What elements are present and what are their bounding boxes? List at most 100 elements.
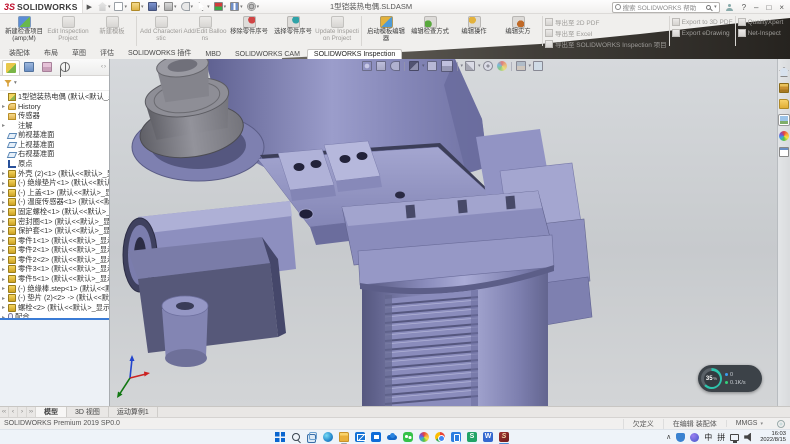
tray-app-icon[interactable] — [690, 433, 699, 442]
hide-show-icon[interactable] — [483, 61, 493, 71]
tree-item[interactable]: ▸(-) 垫片 (2)<2> -> (默认<<默认> — [0, 293, 109, 303]
display-tray-icon[interactable] — [730, 434, 739, 441]
qa-options-button[interactable]: ▾ — [246, 1, 261, 12]
tab-scroll-last[interactable]: ›› — [27, 407, 36, 417]
export-item[interactable]: Export to 3D PDF — [672, 17, 733, 27]
previous-view-icon[interactable] — [390, 61, 400, 71]
solidworks-logo[interactable]: 3S SOLIDWORKS — [0, 0, 83, 13]
panel-tab-configurations[interactable] — [38, 60, 56, 75]
tree-item[interactable]: 原点 — [0, 159, 109, 169]
tab-草图[interactable]: 草图 — [65, 46, 93, 59]
minimize-button[interactable]: – — [754, 3, 758, 12]
design-library-icon[interactable] — [779, 83, 789, 93]
ime-language[interactable]: 中 — [704, 432, 712, 443]
qa-undo-button[interactable]: ▾ — [180, 1, 195, 12]
tab-评估[interactable]: 评估 — [93, 46, 121, 59]
custom-properties-icon[interactable] — [779, 147, 789, 157]
login-icon[interactable] — [726, 4, 733, 11]
graphics-area[interactable]: ▾▾▾▾ 35 % 0 0.1K — [110, 59, 790, 406]
clock[interactable]: 16:03 2022/8/15 — [760, 431, 786, 444]
qa-rebuild-button[interactable]: ▾ — [213, 1, 228, 12]
tab-装配体[interactable]: 装配体 — [2, 46, 37, 59]
ribbon-button-add-characteristic[interactable]: Add Characteristic — [139, 15, 183, 47]
ribbon-button-select-balloon[interactable]: 选择零件序号 — [271, 15, 315, 47]
ribbon-button-edit-inspection[interactable]: Edit Inspection Project — [46, 15, 90, 47]
qa-select-button[interactable]: ▾ — [196, 1, 211, 12]
taskbar-start[interactable] — [272, 430, 288, 444]
status-tag-icon[interactable] — [777, 420, 785, 428]
ribbon-button-update-inspection[interactable]: Update Inspection Project — [315, 15, 359, 47]
panel-tab-display-manager[interactable] — [74, 60, 92, 75]
taskbar-file-explorer[interactable] — [336, 430, 352, 444]
search-input[interactable]: 搜索 SOLIDWORKS 帮助 ▾ — [612, 2, 720, 13]
file-explorer-icon[interactable] — [779, 99, 789, 109]
tree-item[interactable]: ▸外壳 (2)<1> (默认<<默认>_显示状态 — [0, 169, 109, 179]
tab-solidworks-cam[interactable]: SOLIDWORKS CAM — [228, 49, 307, 59]
panel-tab-arrows[interactable]: ‹› — [101, 64, 109, 70]
section-view-icon[interactable] — [409, 61, 419, 71]
dynamic-annotation-icon[interactable] — [427, 61, 437, 71]
cad-model[interactable] — [110, 59, 777, 406]
panel-tab-features[interactable] — [2, 60, 20, 75]
tree-root[interactable]: 1型铠装热电偶 (默认<默认_显示状态-1 — [0, 92, 109, 102]
tab-solidworks-插件[interactable]: SOLIDWORKS 插件 — [121, 46, 198, 59]
view-orientation-icon[interactable] — [441, 60, 453, 72]
qa-open-button[interactable]: ▾ — [130, 1, 145, 12]
security-shield-icon[interactable] — [676, 433, 685, 442]
export-item[interactable]: 导出至 Excel — [545, 28, 667, 38]
restore-button[interactable]: □ — [766, 3, 771, 12]
ribbon-button-add-balloons[interactable]: Add/Edit Balloons — [183, 15, 227, 47]
tree-item[interactable]: 右视基准面 — [0, 150, 109, 160]
view-palette-icon[interactable] — [779, 115, 789, 125]
taskbar-app-blue[interactable] — [448, 430, 464, 444]
tree-item[interactable]: ▸History — [0, 102, 109, 112]
filter-dropdown-icon[interactable]: ▾ — [14, 80, 17, 86]
tab-mbd[interactable]: MBD — [198, 49, 228, 59]
export-item[interactable]: Export eDrawing — [672, 28, 733, 38]
taskbar-store[interactable] — [368, 430, 384, 444]
tree-item[interactable]: ▸密封圈<1> (默认<<默认>_显示状态 — [0, 217, 109, 227]
qa-print-button[interactable]: ▾ — [163, 1, 178, 12]
units-selector[interactable]: MMGS ▾ — [726, 420, 772, 427]
qa-save-button[interactable]: ▾ — [147, 1, 162, 12]
zoom-area-icon[interactable] — [376, 61, 386, 71]
taskbar-onedrive[interactable] — [384, 430, 400, 444]
recorder-widget[interactable]: 35 % 0 0.1K/s — [698, 365, 762, 392]
export-item[interactable]: 导出至 2D PDF — [545, 17, 667, 27]
ribbon-button-template-editor[interactable]: 启动模板编辑器 — [364, 15, 408, 47]
taskbar-app-green[interactable] — [464, 430, 480, 444]
zoom-fit-icon[interactable] — [362, 61, 372, 71]
panel-tab-properties[interactable] — [20, 60, 38, 75]
qa-new-button[interactable]: ▾ — [113, 1, 128, 12]
close-button[interactable]: × — [779, 3, 784, 12]
tree-item[interactable]: ▸零件2<1> (默认<<默认>_显示状态 — [0, 246, 109, 256]
tab-solidworks-inspection[interactable]: SOLIDWORKS Inspection — [307, 49, 402, 59]
menu-flyout-arrow-icon[interactable]: ▶ — [87, 3, 92, 11]
tree-item[interactable]: ▸螺栓<2> (默认<<默认>_显示状态 — [0, 303, 109, 313]
edit-appearance-icon[interactable] — [497, 61, 507, 71]
ribbon-button-new-template[interactable]: 新建模板 — [90, 15, 134, 47]
taskbar-edge[interactable] — [320, 430, 336, 444]
tab-scroll-next[interactable]: › — [18, 407, 27, 417]
taskbar-wechat[interactable] — [400, 430, 416, 444]
taskbar-solidworks[interactable] — [496, 430, 512, 444]
help-button[interactable]: ? — [742, 3, 746, 12]
tray-overflow-icon[interactable]: ∧ — [666, 433, 671, 441]
search-icon[interactable] — [706, 5, 711, 10]
tree-filter[interactable]: ▾ — [0, 76, 109, 91]
panel-tab-dimxpert[interactable] — [56, 60, 74, 75]
tree-item[interactable]: ▸(-) 绝缘垫片<1> (默认<<默认>_显示 — [0, 178, 109, 188]
qa-display-button[interactable]: ▾ — [229, 1, 244, 12]
export-item[interactable]: Net-Inspect — [738, 28, 784, 38]
tree-item[interactable]: ▸注解 — [0, 121, 109, 131]
tree-item[interactable]: ▸(-) 上盖<1> (默认<<默认>_显示状态 — [0, 188, 109, 198]
tab-布局[interactable]: 布局 — [37, 46, 65, 59]
taskbar-search[interactable] — [288, 430, 304, 444]
taskbar-mail[interactable] — [352, 430, 368, 444]
ribbon-button-remove-balloon[interactable]: 移除零件序号 — [227, 15, 271, 47]
tree-item[interactable]: ▸零件5<1> (默认<<默认>_显示状态 — [0, 274, 109, 284]
export-item[interactable]: QualityXpert — [738, 17, 784, 27]
taskbar-photos[interactable] — [416, 430, 432, 444]
tree-item[interactable]: 传感器 — [0, 111, 109, 121]
tree-item[interactable]: ▸零件3<1> (默认<<默认>_显示状态 — [0, 265, 109, 275]
